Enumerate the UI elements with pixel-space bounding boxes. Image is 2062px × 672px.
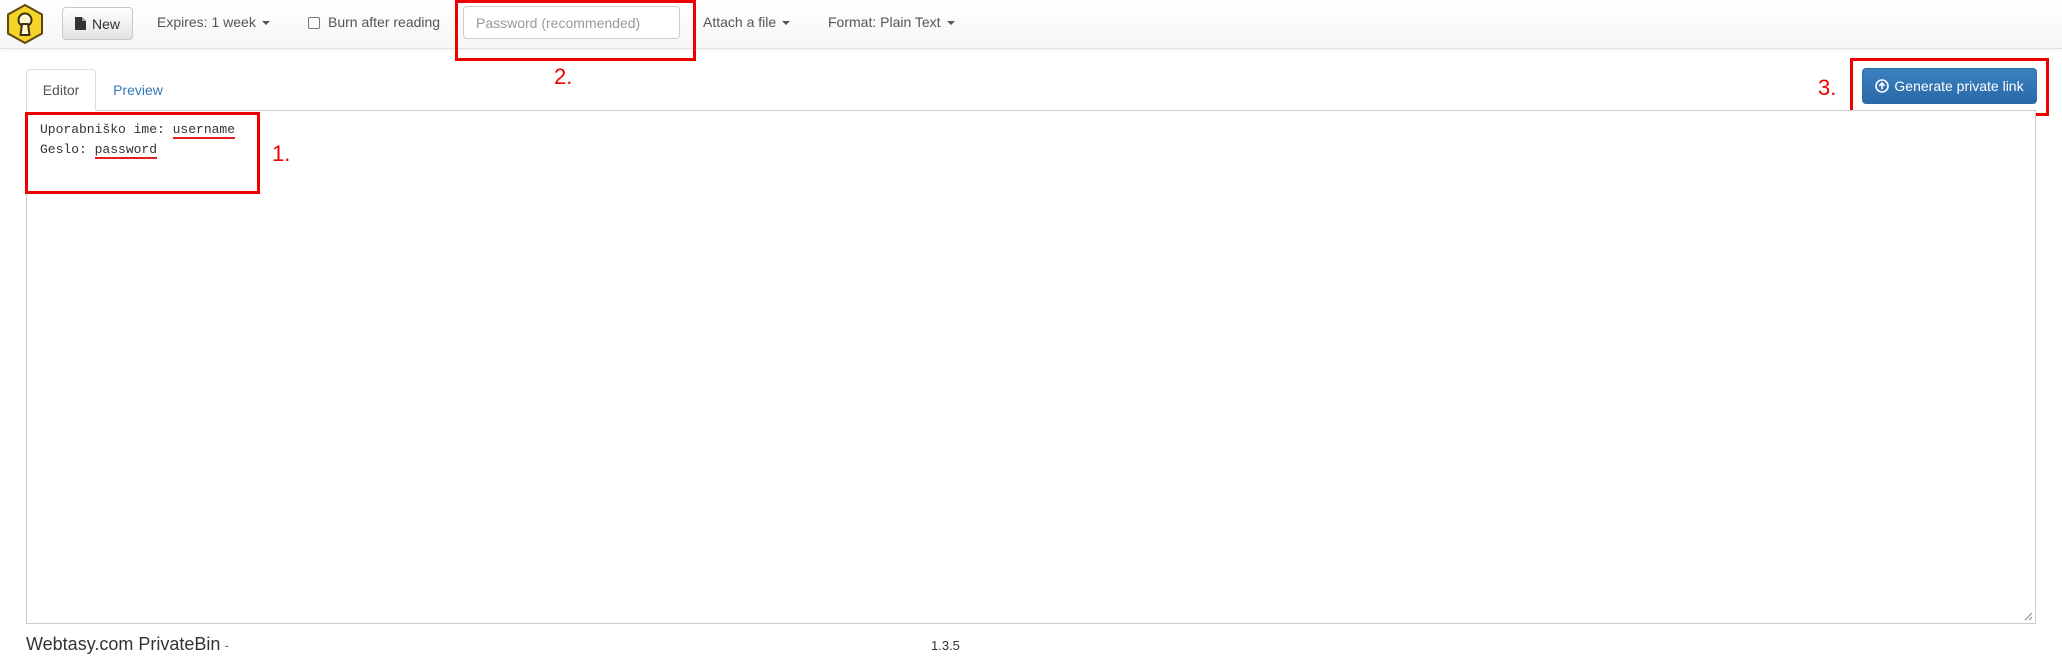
- tab-editor[interactable]: Editor: [26, 69, 96, 111]
- chevron-down-icon: [261, 21, 270, 26]
- burn-after-reading-label[interactable]: Burn after reading: [328, 14, 440, 30]
- chevron-down-icon: [946, 21, 955, 26]
- footer-brand: Webtasy.com PrivateBin -: [26, 634, 229, 655]
- burn-after-reading-checkbox[interactable]: [308, 17, 320, 29]
- annotation-number-1: 1.: [272, 141, 291, 166]
- annotation-number-3: 3.: [1818, 75, 1837, 100]
- chevron-down-icon: [782, 21, 791, 26]
- expires-dropdown[interactable]: Expires: 1 week: [157, 14, 270, 30]
- annotation-box-1: [25, 112, 260, 194]
- expires-label: Expires: 1 week: [157, 14, 256, 30]
- attach-file-label: Attach a file: [703, 14, 777, 30]
- new-paste-button[interactable]: New: [62, 7, 133, 40]
- document-icon: [74, 17, 86, 30]
- annotation-number-2: 2.: [554, 64, 573, 89]
- annotation-box-2: [455, 0, 696, 61]
- footer-brand-text: Webtasy.com PrivateBin: [26, 634, 221, 654]
- footer-version: 1.3.5: [931, 638, 960, 653]
- new-button-label: New: [91, 15, 120, 32]
- privatebin-logo-icon[interactable]: [5, 3, 45, 45]
- format-label: Format: Plain Text: [828, 14, 941, 30]
- tab-preview[interactable]: Preview: [103, 69, 173, 111]
- editor-line-2: Geslo: password: [40, 140, 2022, 160]
- annotation-box-3: [1850, 58, 2049, 116]
- resize-grip-icon[interactable]: [2023, 611, 2033, 621]
- attach-file-dropdown[interactable]: Attach a file: [703, 14, 791, 30]
- footer-dash: -: [224, 637, 230, 653]
- top-navbar: New Expires: 1 week Burn after reading A…: [0, 0, 2062, 49]
- format-dropdown[interactable]: Format: Plain Text: [828, 14, 955, 30]
- editor-line-1: Uporabniško ime: username: [40, 120, 2022, 140]
- paste-editor-textarea[interactable]: Uporabniško ime: username Geslo: passwor…: [26, 110, 2036, 624]
